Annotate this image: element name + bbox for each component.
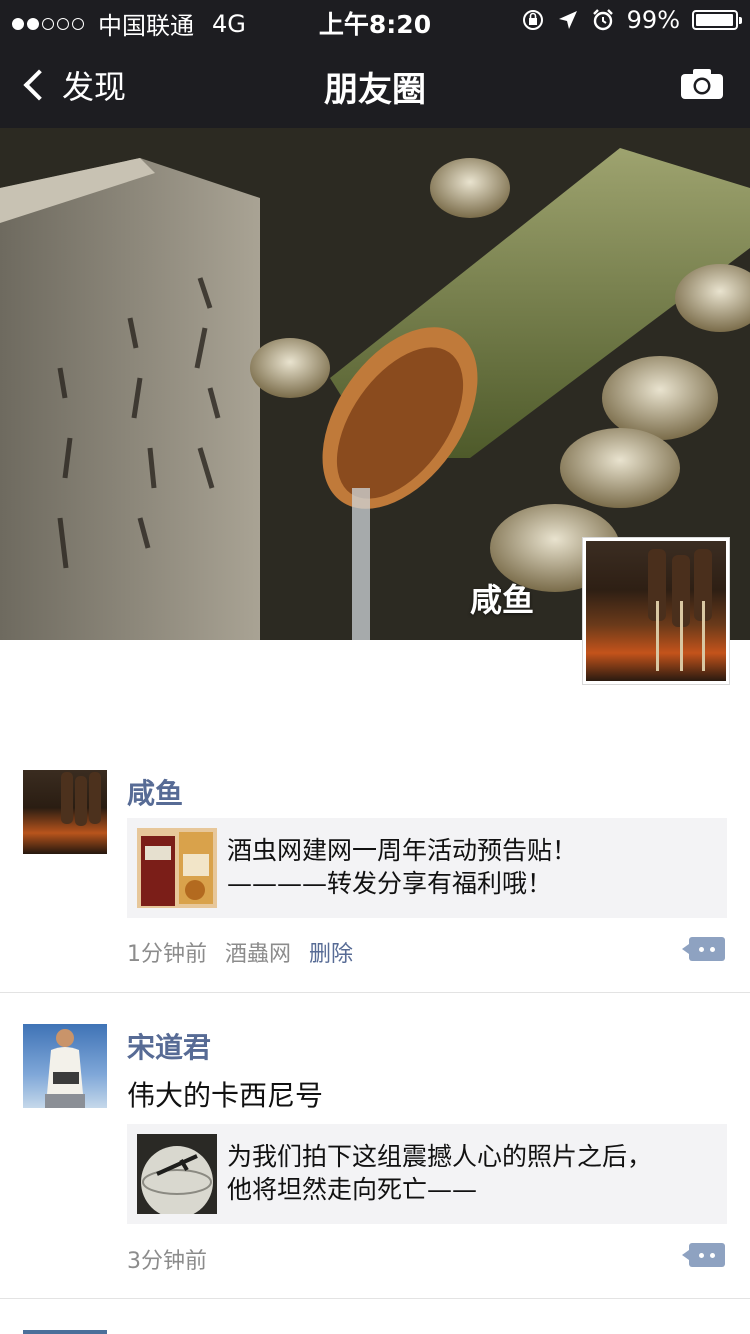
rotation-lock-icon (522, 10, 543, 30)
next-post-avatar[interactable] (23, 1330, 107, 1334)
link-thumbnail (137, 1134, 217, 1214)
post-avatar[interactable] (23, 770, 107, 854)
delete-link[interactable]: 删除 (309, 936, 353, 968)
battery-icon (692, 10, 742, 30)
post-time: 1分钟前 (127, 942, 207, 967)
location-icon (558, 11, 577, 29)
link-thumbnail (137, 828, 217, 908)
status-right: 99% (521, 6, 742, 34)
avatar-image (45, 1029, 85, 1108)
comment-icon[interactable] (682, 937, 725, 961)
comment-icon[interactable] (682, 1243, 725, 1267)
battery-percent: 99% (626, 6, 680, 34)
post-meta: 3分钟前 (127, 1243, 207, 1275)
post-avatar[interactable] (23, 1024, 107, 1108)
status-bar: 中国联通 4G 上午8:20 99% (0, 0, 750, 40)
cover-user-name[interactable]: 咸鱼 (470, 575, 534, 621)
alarm-icon (592, 9, 613, 31)
top-bar: 中国联通 4G 上午8:20 99% 发现 朋友圈 (0, 0, 750, 128)
link-title: 酒虫网建网一周年活动预告贴！ ————转发分享有福利哦！ (227, 836, 578, 898)
post-author[interactable]: 宋道君 (127, 1026, 211, 1066)
post-meta: 1分钟前 酒蟲网 删除 (127, 936, 353, 968)
avatar-image (61, 772, 101, 826)
link-card[interactable]: 酒虫网建网一周年活动预告贴！ ————转发分享有福利哦！ (127, 818, 727, 918)
navigation-bar: 发现 朋友圈 (0, 40, 750, 128)
post-divider (0, 992, 750, 993)
page-title: 朋友圈 (324, 70, 426, 110)
post-divider (0, 1298, 750, 1299)
link-title: 为我们拍下这组震撼人心的照片之后， 他将坦然走向死亡—— (227, 1142, 653, 1204)
post-author[interactable]: 咸鱼 (127, 772, 183, 812)
camera-icon[interactable] (680, 68, 724, 100)
post-text: 伟大的卡西尼号 (127, 1079, 324, 1112)
post-time: 3分钟前 (127, 1249, 207, 1274)
avatar-image (586, 541, 726, 681)
profile-avatar[interactable] (582, 537, 730, 685)
link-card[interactable]: 为我们拍下这组震撼人心的照片之后， 他将坦然走向死亡—— (127, 1124, 727, 1224)
post-source[interactable]: 酒蟲网 (225, 936, 291, 968)
